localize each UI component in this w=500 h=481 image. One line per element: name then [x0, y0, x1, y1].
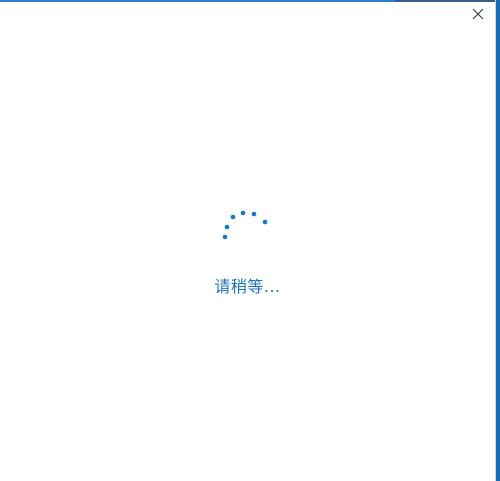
spinner-dot: [224, 224, 230, 230]
close-icon: [472, 8, 484, 20]
spinner-dot: [222, 234, 228, 240]
window-top-border: [0, 0, 395, 2]
loading-dialog: 请稍等...: [0, 0, 500, 481]
spinner-dot: [251, 211, 257, 217]
close-button[interactable]: [464, 2, 492, 26]
spinner-dot: [240, 210, 246, 216]
loading-spinner-icon: [222, 210, 268, 240]
spinner-dot: [262, 219, 268, 225]
loading-message: 请稍等...: [214, 277, 281, 296]
spinner-dot: [230, 214, 236, 220]
desktop-background-edge: [496, 0, 500, 481]
